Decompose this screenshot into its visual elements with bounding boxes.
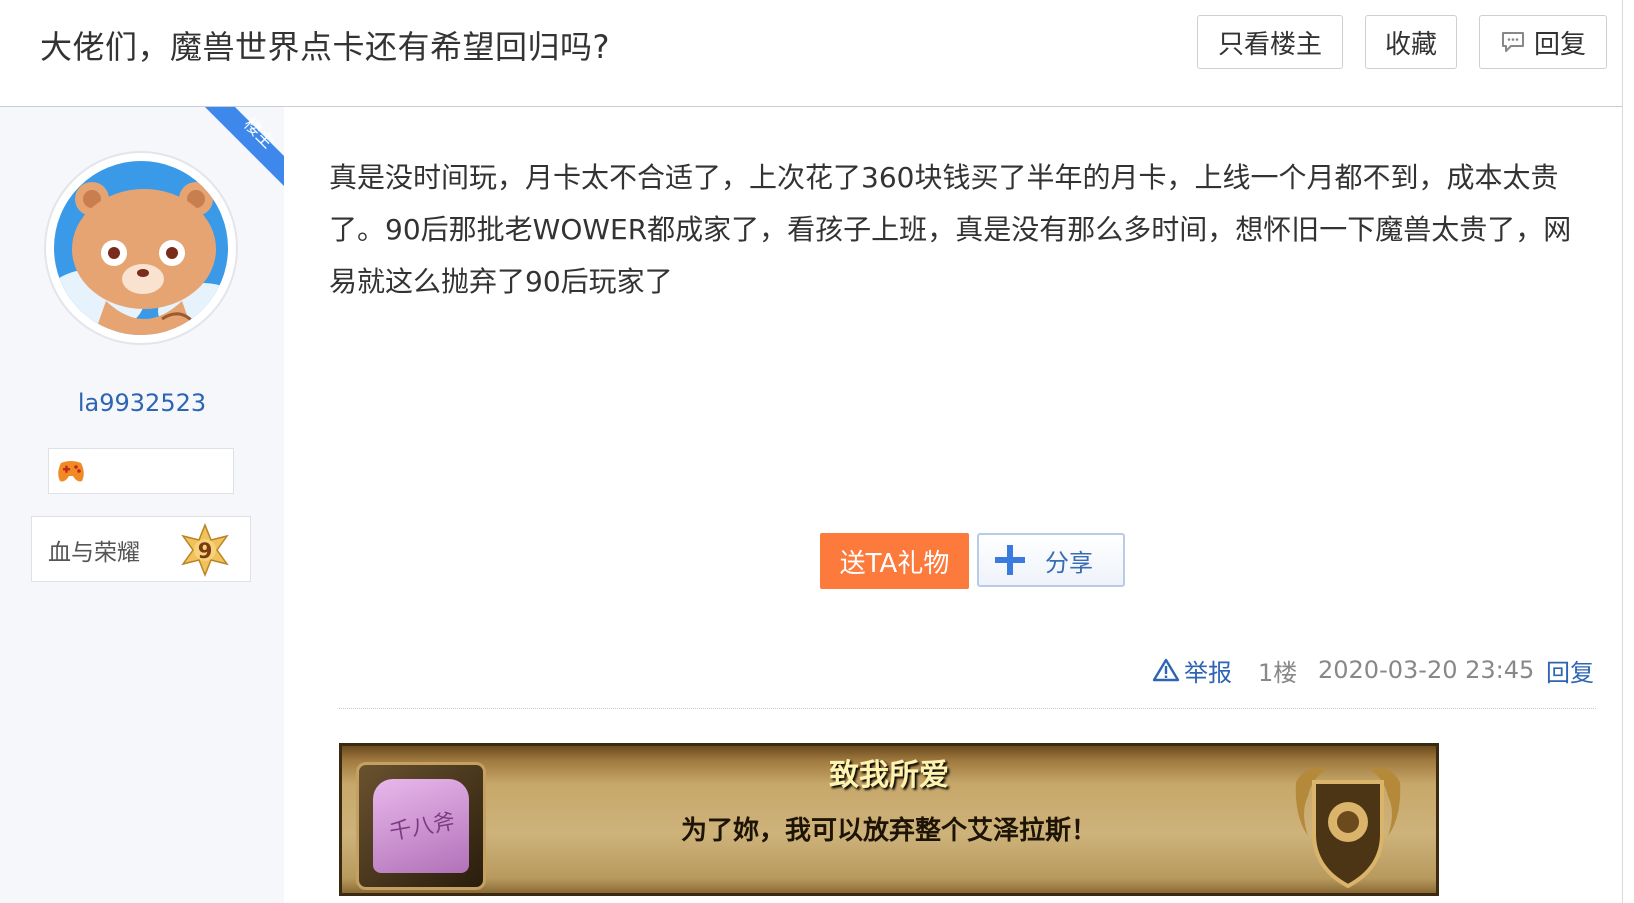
post-text: 真是没时间玩，月卡太不合适了，上次花了360块钱买了半年的月卡，上线一个月都不到… — [329, 161, 1572, 298]
favorite-label: 收藏 — [1384, 29, 1437, 60]
send-gift-button[interactable]: 送TA礼物 — [820, 533, 969, 589]
floor-number: 1楼 — [1258, 658, 1298, 687]
alliance-emblem-icon — [1295, 767, 1401, 889]
signature-subtitle: 为了妳，我可以放弃整个艾泽拉斯！ — [680, 816, 1097, 846]
send-gift-label: 送TA礼物 — [839, 548, 950, 579]
post-time: 2020-03-20 23:45 — [1318, 656, 1535, 684]
report-link[interactable]: 举报 — [1152, 652, 1232, 688]
thread-header: 大佬们，魔兽世界点卡还有希望回归吗? 只看楼主 收藏 回复 — [0, 0, 1622, 107]
author-rank-box[interactable]: 血与荣耀 9 — [31, 516, 251, 582]
share-button[interactable]: 分享 — [977, 533, 1125, 587]
reply-label: 回复 — [1533, 29, 1586, 60]
comment-icon — [1501, 32, 1524, 52]
level-number: 9 — [198, 539, 213, 563]
level-star-icon: 9 — [181, 523, 229, 577]
rank-name: 血与荣耀 — [48, 540, 140, 566]
share-label: 分享 — [1045, 548, 1093, 577]
post-reply-link[interactable]: 回复 — [1546, 652, 1594, 688]
thread-title: 大佬们，魔兽世界点卡还有希望回归吗? — [40, 28, 610, 66]
author-username[interactable]: la9932523 — [0, 389, 284, 417]
avatar[interactable] — [44, 151, 238, 345]
post-divider — [339, 708, 1596, 709]
gamepad-icon[interactable] — [55, 457, 87, 485]
plus-share-icon — [995, 545, 1025, 575]
author-badge-box — [48, 448, 234, 494]
only-op-button[interactable]: 只看楼主 — [1197, 15, 1343, 69]
favorite-button[interactable]: 收藏 — [1365, 15, 1457, 69]
warning-icon — [1152, 658, 1180, 682]
bear-avatar-image — [54, 161, 228, 335]
report-label: 举报 — [1184, 658, 1232, 687]
scrollbar[interactable] — [1622, 0, 1634, 903]
signature-title: 致我所爱 — [829, 758, 949, 793]
reply-button[interactable]: 回复 — [1479, 15, 1607, 69]
post-content: 真是没时间玩，月卡太不合适了，上次花了360块钱买了半年的月卡，上线一个月都不到… — [329, 152, 1589, 308]
op-badge: 楼主 — [205, 107, 284, 186]
only-op-label: 只看楼主 — [1217, 29, 1322, 60]
signature-image: 千八斧 致我所爱 为了妳，我可以放弃整个艾泽拉斯！ — [339, 743, 1439, 896]
